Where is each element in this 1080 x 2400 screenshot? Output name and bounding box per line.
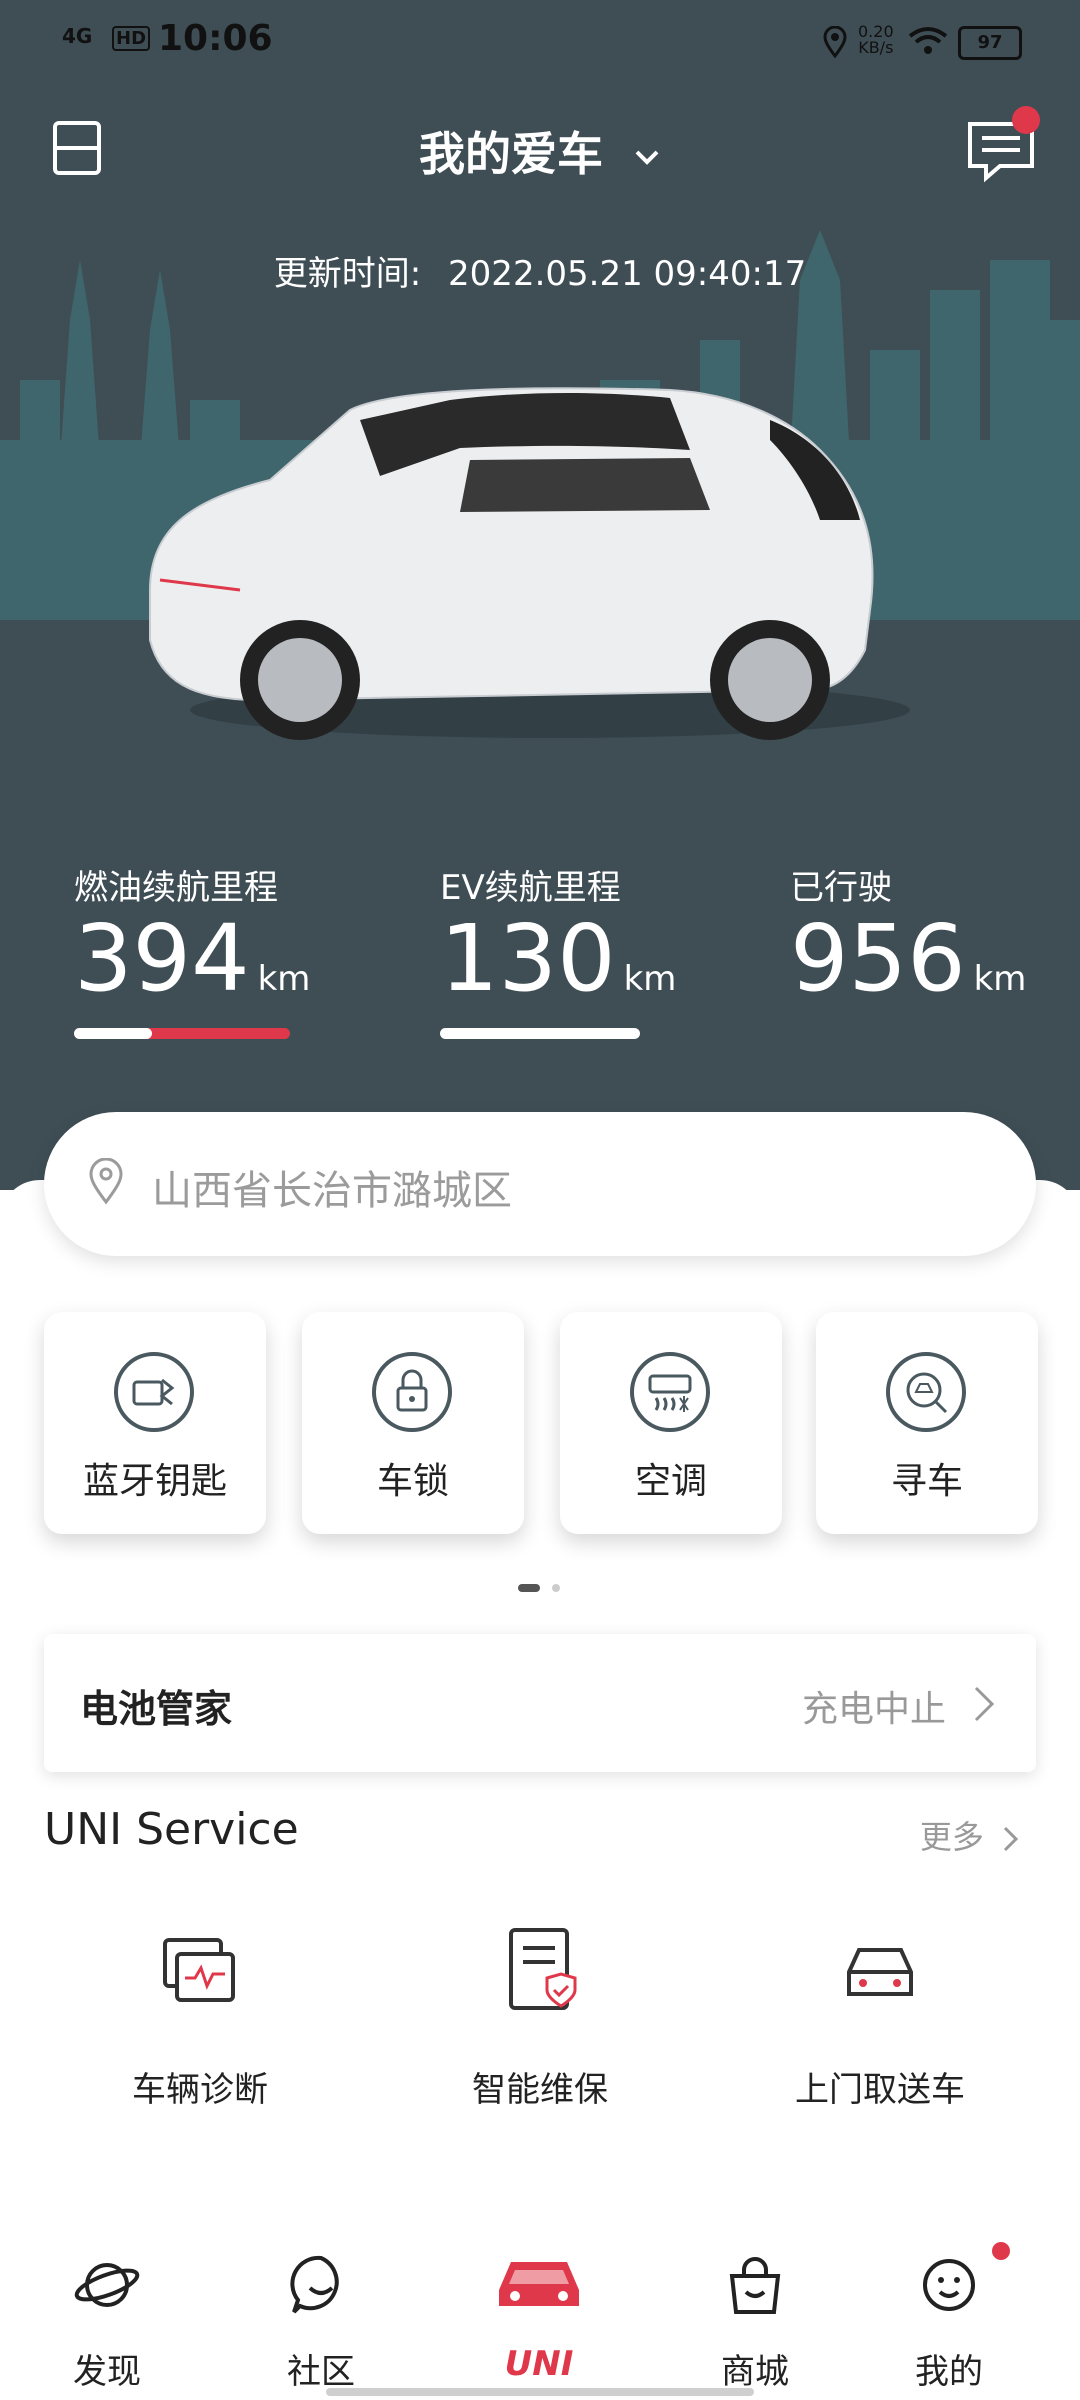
tab-label: 我的 [915, 2352, 983, 2392]
battery-indicator: 97 [958, 26, 1022, 60]
notification-dot [992, 2242, 1010, 2260]
tab-community[interactable]: 社区 [246, 2230, 396, 2400]
network-indicator: 4G [62, 24, 93, 48]
fuel-range-label: 燃油续航里程 [74, 868, 278, 908]
quick-action-air-conditioner[interactable]: 空调 [560, 1312, 782, 1534]
car-pickup-icon [847, 1948, 913, 1996]
tab-label: 发现 [73, 2352, 141, 2392]
mileage-unit: km [973, 959, 1027, 999]
ev-range-stat: EV续航里程 130 km [440, 860, 676, 1009]
profile-icon [923, 2259, 975, 2311]
tab-label: 商城 [721, 2352, 789, 2392]
find-car-icon [886, 1352, 966, 1432]
chevron-right-icon [1003, 1826, 1019, 1852]
address-text: 山西省长治市潞城区 [152, 1168, 512, 1214]
tab-uni[interactable]: UNI [464, 2230, 614, 2400]
chevron-down-icon [635, 150, 659, 165]
fuel-range-bar-white [74, 1028, 152, 1039]
vehicle-diagnosis-icon [163, 1938, 235, 2002]
battery-manager-card[interactable]: 电池管家 充电中止 [44, 1634, 1036, 1772]
quick-action-label: 蓝牙钥匙 [82, 1461, 227, 1502]
service-item-maintenance[interactable]: 智能维保 [390, 1920, 690, 2120]
quick-action-bluetooth-key[interactable]: 蓝牙钥匙 [44, 1312, 266, 1534]
service-item-diagnosis[interactable]: 车辆诊断 [50, 1920, 350, 2120]
messages-button[interactable] [966, 104, 1046, 184]
service-item-label: 上门取送车 [795, 2070, 965, 2110]
status-time: 10:06 [158, 18, 273, 59]
tab-me[interactable]: 我的 [874, 2230, 1024, 2400]
battery-manager-status: 充电中止 [801, 1689, 946, 1730]
service-item-label: 智能维保 [472, 2070, 608, 2110]
chat-bubble-icon [290, 2255, 339, 2314]
planet-icon [74, 2263, 140, 2307]
status-bar: 4G HD 10:06 0.20 KB/s 97 [0, 0, 1080, 80]
ev-range-bar [440, 1028, 640, 1039]
network-speed: 0.20 KB/s [858, 24, 894, 56]
service-section-title: UNI Service [44, 1804, 299, 1855]
message-icon [968, 106, 1040, 183]
update-time-value: 2022.05.21 09:40:17 [448, 254, 807, 294]
mileage-label: 已行驶 [790, 868, 892, 908]
mileage-value: 956 [790, 905, 966, 1012]
page-indicator [518, 1584, 560, 1592]
battery-manager-title: 电池管家 [80, 1687, 233, 1731]
service-item-label: 车辆诊断 [132, 2070, 268, 2110]
service-more-link[interactable]: 更多 [920, 1812, 1020, 1858]
address-bar[interactable]: 山西省长治市潞城区 [44, 1112, 1036, 1256]
tab-mall[interactable]: 商城 [680, 2230, 830, 2400]
ev-range-value: 130 [440, 905, 616, 1012]
air-conditioner-icon [630, 1352, 710, 1432]
uni-car-icon [499, 2262, 579, 2306]
quick-action-label: 寻车 [890, 1461, 963, 1502]
location-pin-icon [823, 26, 847, 58]
location-pin-icon [89, 1158, 123, 1205]
quick-action-find-car[interactable]: 寻车 [816, 1312, 1038, 1534]
tab-discover[interactable]: 发现 [32, 2230, 182, 2400]
wifi-icon [908, 27, 948, 54]
quick-action-label: 车锁 [376, 1461, 449, 1502]
mileage-stat: 已行驶 956 km [790, 860, 1026, 1009]
page-title[interactable]: 我的爱车 [0, 118, 1080, 184]
chevron-right-icon [974, 1686, 995, 1722]
smart-maintenance-icon [509, 1928, 577, 2010]
tab-label: UNI [504, 2344, 574, 2384]
car-image [149, 387, 910, 740]
home-indicator[interactable] [326, 2388, 754, 2396]
speed-unit: KB/s [858, 38, 894, 57]
fuel-range-value: 394 [74, 905, 250, 1012]
ev-range-label: EV续航里程 [440, 868, 621, 908]
tab-label: 社区 [287, 2352, 355, 2392]
update-time: 更新时间: 2022.05.21 09:40:17 [0, 246, 1080, 295]
service-item-pickup[interactable]: 上门取送车 [730, 1920, 1030, 2120]
bluetooth-key-icon [114, 1352, 194, 1432]
quick-action-label: 空调 [634, 1461, 707, 1502]
service-more-text: 更多 [919, 1818, 984, 1856]
car-header-area: 4G HD 10:06 0.20 KB/s 97 我的爱车 更新时间: 2022… [0, 0, 1080, 1190]
fuel-range-unit: km [257, 959, 311, 999]
bottom-tab-bar: 发现 社区 UNI 商城 我的 [0, 2230, 1080, 2400]
lock-icon [372, 1352, 452, 1432]
page-title-text: 我的爱车 [418, 127, 603, 181]
update-time-label: 更新时间: [273, 254, 422, 294]
quick-action-lock[interactable]: 车锁 [302, 1312, 524, 1534]
fuel-range-stat: 燃油续航里程 394 km [74, 860, 310, 1009]
hd-badge: HD [112, 26, 151, 51]
shopping-bag-icon [729, 2257, 781, 2314]
ev-range-unit: km [623, 959, 677, 999]
